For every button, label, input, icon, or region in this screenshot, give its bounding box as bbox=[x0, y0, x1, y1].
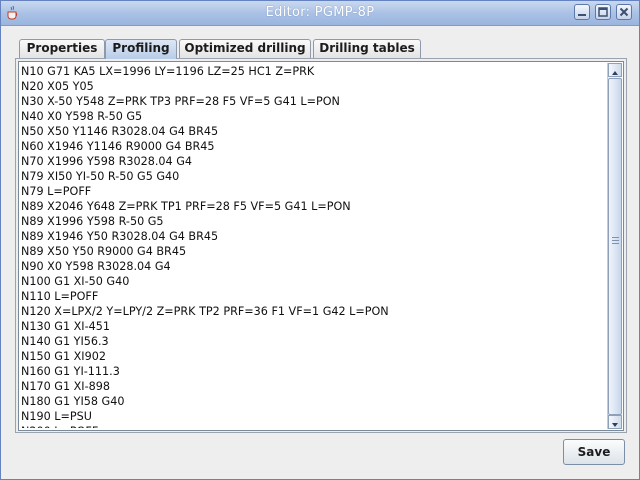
code-line: N89 X2046 Y648 Z=PRK TP1 PRF=28 F5 VF=5 … bbox=[21, 200, 351, 213]
code-line: N70 X1996 Y598 R3028.04 G4 bbox=[21, 155, 192, 168]
code-line: N89 X1946 Y50 R3028.04 G4 BR45 bbox=[21, 230, 219, 243]
tab-optimized-drilling[interactable]: Optimized drilling bbox=[179, 39, 311, 58]
code-line: N89 X1996 Y598 R-50 G5 bbox=[21, 215, 164, 228]
code-line: N120 X=LPX/2 Y=LPY/2 Z=PRK TP2 PRF=36 F1… bbox=[21, 305, 389, 318]
window-title: Editor: PGMP-8P bbox=[265, 5, 375, 20]
code-line: N130 G1 XI-451 bbox=[21, 320, 110, 333]
code-line: N79 L=POFF bbox=[21, 185, 92, 198]
minimize-icon[interactable] bbox=[574, 4, 590, 20]
code-line: N10 G71 KA5 LX=1996 LY=1196 LZ=25 HC1 Z=… bbox=[21, 65, 315, 78]
program-text[interactable]: N10 G71 KA5 LX=1996 LY=1196 LZ=25 HC1 Z=… bbox=[21, 64, 606, 428]
code-line: N30 X-50 Y548 Z=PRK TP3 PRF=28 F5 VF=5 G… bbox=[21, 95, 340, 108]
tab-profiling[interactable]: Profiling bbox=[105, 39, 177, 59]
code-line: N100 G1 XI-50 G40 bbox=[21, 275, 130, 288]
vertical-scrollbar[interactable] bbox=[607, 63, 622, 429]
code-line: N50 X50 Y1146 R3028.04 G4 BR45 bbox=[21, 125, 219, 138]
code-line: N40 X0 Y598 R-50 G5 bbox=[21, 110, 143, 123]
scrollbar-thumb[interactable] bbox=[608, 78, 622, 415]
code-line: N190 L=PSU bbox=[21, 410, 92, 423]
editor-window: Editor: PGMP-8P Properties Profiling Opt… bbox=[0, 0, 640, 480]
code-line: N60 X1946 Y1146 R9000 G4 BR45 bbox=[21, 140, 215, 153]
tab-drilling-tables[interactable]: Drilling tables bbox=[313, 39, 421, 58]
maximize-icon[interactable] bbox=[595, 4, 611, 20]
arrow-down-icon[interactable] bbox=[608, 415, 622, 429]
code-line: N160 G1 YI-111.3 bbox=[21, 365, 120, 378]
code-line: N140 G1 YI56.3 bbox=[21, 335, 109, 348]
arrow-up-icon[interactable] bbox=[608, 63, 622, 77]
code-line: N180 G1 YI58 G40 bbox=[21, 395, 125, 408]
program-editor[interactable]: N10 G71 KA5 LX=1996 LY=1196 LZ=25 HC1 Z=… bbox=[18, 61, 624, 431]
title-bar[interactable]: Editor: PGMP-8P bbox=[1, 1, 639, 26]
save-button[interactable]: Save bbox=[563, 439, 625, 465]
tab-properties[interactable]: Properties bbox=[19, 39, 105, 58]
code-line: N110 L=POFF bbox=[21, 290, 99, 303]
close-icon[interactable] bbox=[616, 4, 632, 20]
code-line: N170 G1 XI-898 bbox=[21, 380, 110, 393]
code-line: N90 X0 Y598 R3028.04 G4 bbox=[21, 260, 171, 273]
code-line: N20 X05 Y05 bbox=[21, 80, 94, 93]
code-line: N200 L=POFF bbox=[21, 424, 606, 428]
code-line: N150 G1 XI902 bbox=[21, 350, 106, 363]
code-line: N89 X50 Y50 R9000 G4 BR45 bbox=[21, 245, 187, 258]
code-line: N79 XI50 YI-50 R-50 G5 G40 bbox=[21, 170, 180, 183]
